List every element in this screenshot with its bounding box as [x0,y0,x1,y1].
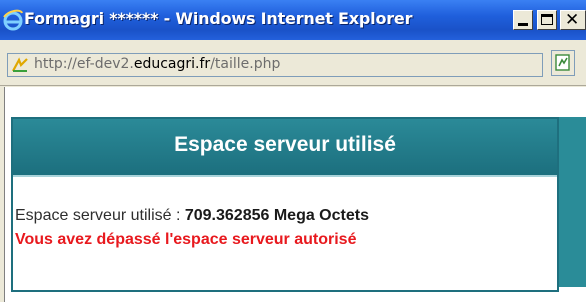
maximize-button[interactable] [537,10,557,30]
address-bar: http://ef-dev2.educagri.fr/taille.php [0,40,586,86]
usage-line: Espace serveur utilisé : 709.362856 Mega… [15,207,369,225]
url-suffix: /taille.php [210,56,281,72]
page-content: Espace serveur utilisé Espace serveur ut… [4,87,586,302]
compatibility-view-icon [555,54,570,71]
server-space-panel: Espace serveur utilisé Espace serveur ut… [11,117,559,292]
url-domain: educagri.fr [133,56,211,72]
quota-warning: Vous avez dépassé l'espace serveur autor… [15,231,357,248]
maximize-icon [541,14,553,25]
close-icon: ✕ [565,10,580,30]
usage-value: 709.362856 Mega Octets [184,207,369,224]
minimize-button[interactable] [513,10,533,30]
internet-explorer-icon [3,9,23,31]
browser-window: Formagri ****** - Windows Internet Explo… [0,0,586,302]
url-prefix: http://ef-dev2. [34,56,134,72]
page-favicon-icon [12,57,28,72]
window-title: Formagri ****** - Windows Internet Explo… [24,9,413,28]
panel-title: Espace serveur utilisé [174,133,396,156]
close-button[interactable]: ✕ [560,10,586,30]
usage-label: Espace serveur utilisé : [15,207,185,224]
url-field[interactable]: http://ef-dev2.educagri.fr/taille.php [7,53,543,77]
compatibility-view-button[interactable] [551,50,575,76]
minimize-icon [518,23,528,26]
url-text: http://ef-dev2.educagri.fr/taille.php [34,56,280,72]
panel-header: Espace serveur utilisé [13,119,557,177]
panel-shadow [559,117,586,287]
title-bar[interactable]: Formagri ****** - Windows Internet Explo… [0,0,586,40]
